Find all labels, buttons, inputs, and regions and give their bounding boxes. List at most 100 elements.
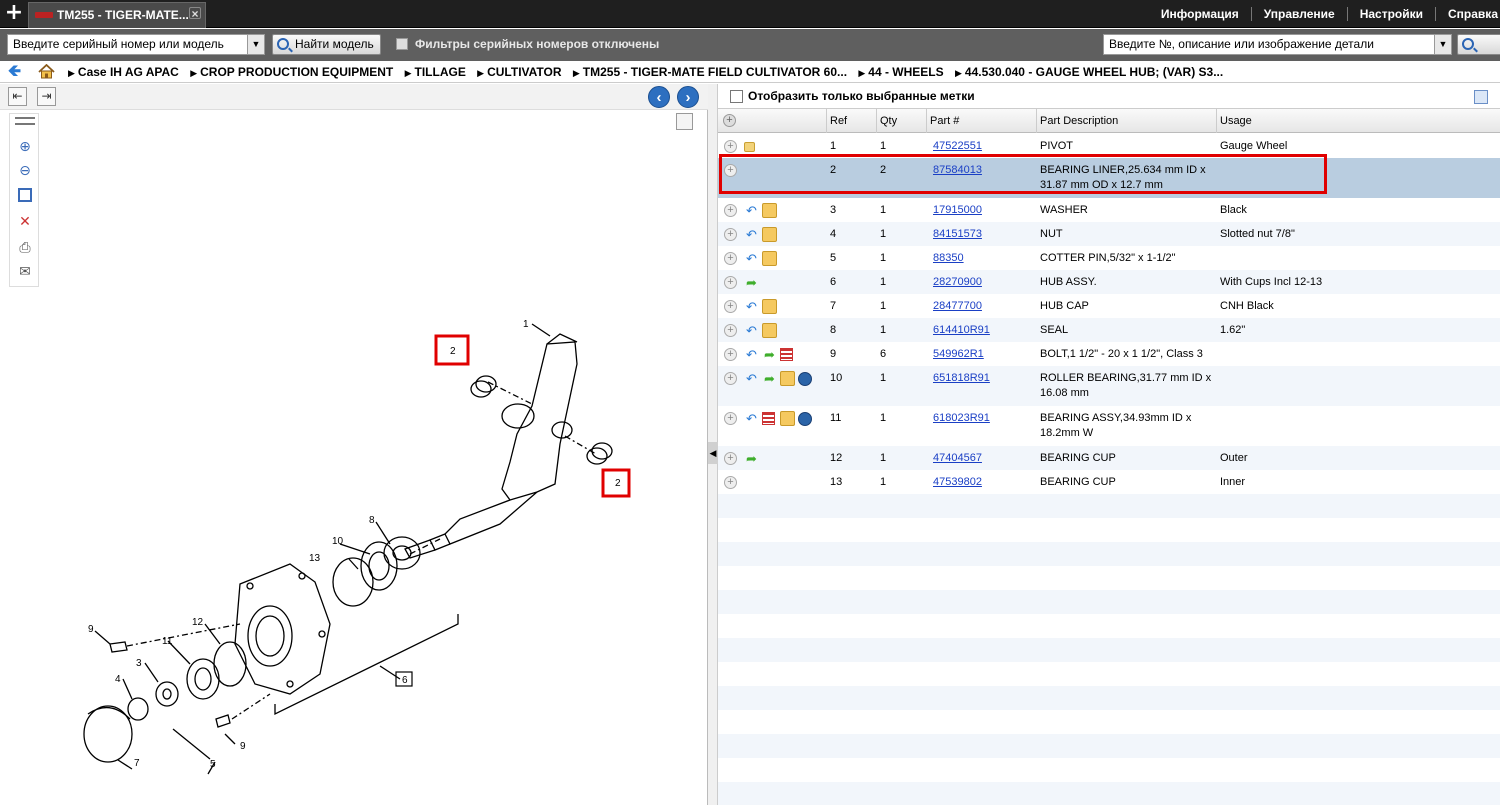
callout-2a[interactable]: 2 <box>450 346 456 357</box>
box-icon[interactable] <box>780 371 795 386</box>
home-icon[interactable] <box>38 64 55 79</box>
col-part[interactable]: Part # <box>926 109 1036 133</box>
menu-info[interactable]: Информация <box>1149 7 1252 21</box>
zoom-in-icon[interactable]: ⊕ <box>15 137 35 155</box>
previous-diagram-button[interactable]: ‹ <box>648 86 670 108</box>
list-icon[interactable] <box>780 348 793 361</box>
callout-3[interactable]: 3 <box>136 658 142 669</box>
expand-row-icon[interactable]: + <box>724 252 737 265</box>
table-row[interactable]: + ↶ ➦ 9 6 549962R1 BOLT,1 1/2" - 20 x 1 1/2", … <box>718 342 1500 366</box>
table-row[interactable]: + ➦ 12 1 47404567 BEARING CUP Outer <box>718 446 1500 470</box>
callout-13[interactable]: 13 <box>309 553 321 564</box>
expand-row-icon[interactable]: + <box>724 300 737 313</box>
part-search-input[interactable]: Введите №, описание или изображение дета… <box>1103 34 1452 55</box>
table-row[interactable]: + ↶ ➦ 10 1 651818R91 ROLLER BEARING,31.77 mm I… <box>718 366 1500 406</box>
box-icon[interactable] <box>762 227 777 242</box>
back-arrow-icon[interactable]: 🡸 <box>8 64 21 80</box>
diagram-options-box[interactable] <box>676 113 693 130</box>
callout-7[interactable]: 7 <box>134 758 140 769</box>
table-row[interactable]: + ↶ 8 1 614410R91 SEAL 1.62" <box>718 318 1500 342</box>
back-icon[interactable]: ↶ <box>744 227 759 242</box>
callout-6[interactable]: 6 <box>402 675 408 686</box>
menu-manage[interactable]: Управление <box>1252 7 1348 21</box>
breadcrumb-item-5[interactable]: TM255 - TIGER-MATE FIELD CULTIVATOR 60..… <box>573 65 847 79</box>
box-icon[interactable] <box>762 299 777 314</box>
table-row[interactable]: + ↶ 4 1 84151573 NUT Slotted nut 7/8" <box>718 222 1500 246</box>
menu-settings[interactable]: Настройки <box>1348 7 1437 21</box>
email-icon[interactable]: ✉ <box>15 262 35 280</box>
expand-row-icon[interactable]: + <box>724 412 737 425</box>
col-ref[interactable]: Ref <box>826 109 876 133</box>
zoom-out-icon[interactable]: ⊖ <box>15 161 35 179</box>
expand-row-icon[interactable]: + <box>724 324 737 337</box>
callout-5[interactable]: 5 <box>210 759 216 770</box>
row-part-link[interactable]: 17915000 <box>933 203 982 218</box>
breadcrumb-item-6[interactable]: 44 - WHEELS <box>858 65 943 79</box>
chevron-down-icon[interactable]: ▼ <box>247 35 264 54</box>
expand-row-icon[interactable]: + <box>724 476 737 489</box>
row-part-link[interactable]: 614410R91 <box>933 323 990 338</box>
globe-icon[interactable] <box>798 412 812 426</box>
close-icon[interactable]: × <box>189 7 201 20</box>
box-icon[interactable] <box>762 323 777 338</box>
back-icon[interactable]: ↶ <box>744 371 759 386</box>
chevron-down-icon[interactable]: ▼ <box>1434 35 1451 54</box>
note-icon[interactable] <box>744 142 755 152</box>
breadcrumb-item-2[interactable]: CROP PRODUCTION EQUIPMENT <box>190 65 393 79</box>
last-page-button[interactable]: ⇥ <box>37 87 56 106</box>
tools-grip-icon[interactable] <box>15 117 35 125</box>
row-part-link[interactable]: 47404567 <box>933 451 982 466</box>
fwd-icon[interactable]: ➦ <box>762 371 777 386</box>
new-tab-button[interactable]: + <box>4 2 24 24</box>
table-row[interactable]: + ↶ 3 1 17915000 WASHER Black <box>718 198 1500 222</box>
collapse-arrow-icon[interactable]: ◀ <box>708 442 718 464</box>
back-icon[interactable]: ↶ <box>744 251 759 266</box>
serial-filter-checkbox[interactable] <box>396 38 408 50</box>
row-part-link[interactable]: 47522551 <box>933 139 982 154</box>
tab-tm255[interactable]: TM255 - TIGER-MATE... × <box>28 2 206 28</box>
row-part-link[interactable]: 47539802 <box>933 475 982 490</box>
back-icon[interactable]: ↶ <box>744 299 759 314</box>
part-search-button[interactable] <box>1457 34 1500 55</box>
expand-row-icon[interactable]: + <box>724 228 737 241</box>
row-part-link[interactable]: 84151573 <box>933 227 982 242</box>
fit-to-window-icon[interactable] <box>18 188 32 202</box>
breadcrumb-item-3[interactable]: TILLAGE <box>405 65 466 79</box>
row-part-link[interactable]: 28270900 <box>933 275 982 290</box>
col-usage[interactable]: Usage <box>1216 109 1500 133</box>
callout-9a[interactable]: 9 <box>88 624 94 635</box>
back-icon[interactable]: ↶ <box>744 323 759 338</box>
expand-row-icon[interactable]: + <box>724 140 737 153</box>
fwd-icon[interactable]: ➦ <box>762 347 777 362</box>
callout-1[interactable]: 1 <box>523 319 529 330</box>
fwd-icon[interactable]: ➦ <box>744 451 759 466</box>
show-selected-checkbox[interactable] <box>730 90 743 103</box>
find-model-button[interactable]: Найти модель <box>272 34 381 55</box>
callout-9b[interactable]: 9 <box>240 741 246 752</box>
callout-4[interactable]: 4 <box>115 674 121 685</box>
expand-row-icon[interactable]: + <box>724 348 737 361</box>
col-desc[interactable]: Part Description <box>1036 109 1216 133</box>
expand-row-icon[interactable]: + <box>724 452 737 465</box>
expand-all-icon[interactable]: + <box>723 114 736 127</box>
breadcrumb-item-7[interactable]: 44.530.040 - GAUGE WHEEL HUB; (VAR) S3..… <box>955 65 1223 79</box>
grid-settings-icon[interactable] <box>1474 90 1488 104</box>
list-icon[interactable] <box>762 412 775 425</box>
pane-splitter[interactable]: ◀ <box>708 84 718 805</box>
callout-8[interactable]: 8 <box>369 515 375 526</box>
row-part-link[interactable]: 618023R91 <box>933 411 990 426</box>
back-icon[interactable]: ↶ <box>744 203 759 218</box>
callout-2b[interactable]: 2 <box>615 478 621 489</box>
serial-model-input[interactable]: Введите серийный номер или модель ▼ <box>7 34 265 55</box>
box-icon[interactable] <box>780 411 795 426</box>
print-icon[interactable]: ⎙ <box>15 238 35 256</box>
row-part-link[interactable]: 651818R91 <box>933 371 990 386</box>
box-icon[interactable] <box>762 203 777 218</box>
row-part-link[interactable]: 28477700 <box>933 299 982 314</box>
row-part-link[interactable]: 549962R1 <box>933 347 984 362</box>
first-page-button[interactable]: ⇤ <box>8 87 27 106</box>
globe-icon[interactable] <box>798 372 812 386</box>
back-icon[interactable]: ↶ <box>744 411 759 426</box>
table-row[interactable]: + ↶ 7 1 28477700 HUB CAP CNH Black <box>718 294 1500 318</box>
fwd-icon[interactable]: ➦ <box>744 275 759 290</box>
